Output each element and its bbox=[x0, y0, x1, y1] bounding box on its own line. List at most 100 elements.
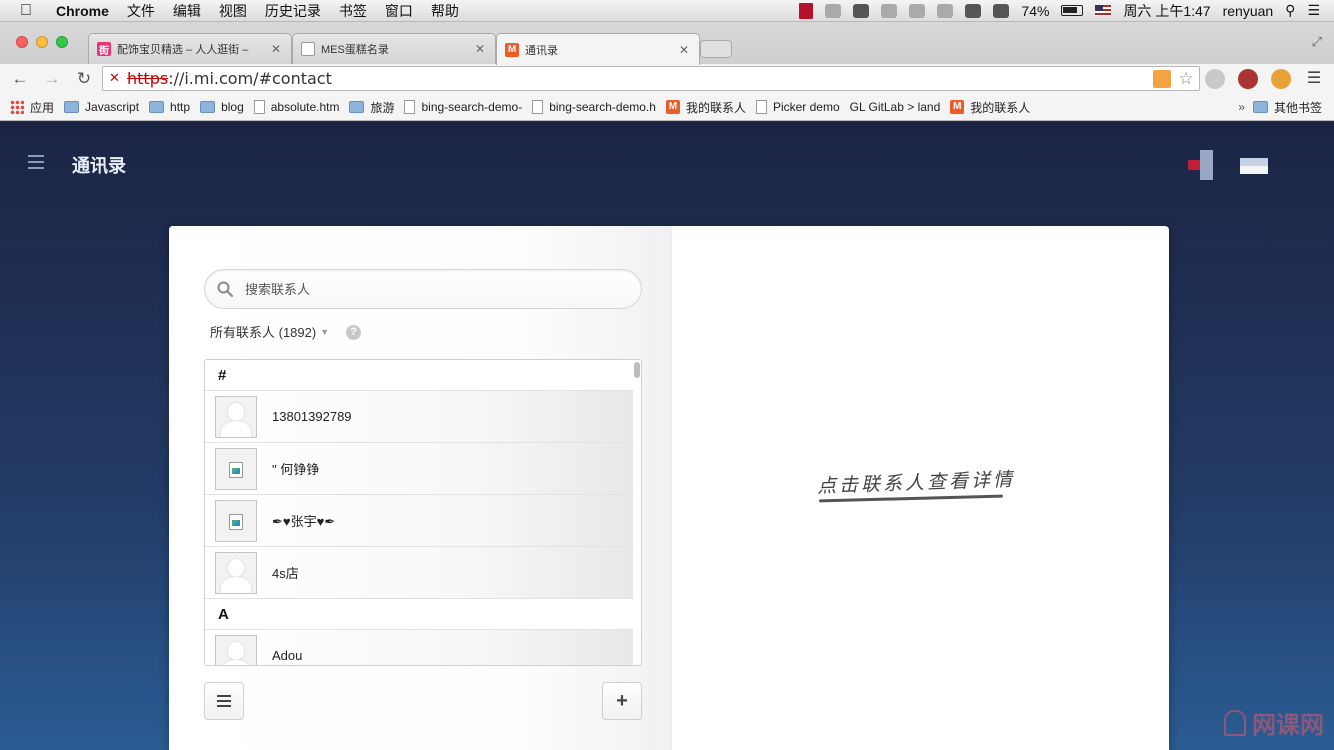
extension-cookie-icon[interactable] bbox=[1271, 69, 1291, 89]
bookmark-apps[interactable]: 应用 bbox=[10, 99, 54, 116]
watermark: 网课网 bbox=[1224, 705, 1324, 740]
header-menu-icon[interactable] bbox=[1240, 158, 1268, 174]
spotlight-search-icon[interactable]: ⚲ bbox=[1285, 2, 1295, 19]
search-input[interactable] bbox=[245, 279, 625, 299]
new-tab-button[interactable] bbox=[700, 40, 732, 58]
apple-menu-icon[interactable]:  bbox=[20, 2, 42, 20]
bookmarks-overflow-chevron-icon[interactable]: » bbox=[1238, 100, 1245, 114]
close-tab-icon[interactable]: ✕ bbox=[475, 42, 485, 56]
bookmark-label: 旅游 bbox=[370, 100, 395, 115]
menu-help[interactable]: 帮助 bbox=[431, 1, 459, 21]
bookmark-my-contacts-1[interactable]: M 我的联系人 bbox=[665, 99, 746, 116]
page-icon bbox=[532, 100, 544, 114]
tab-store[interactable]: 街 配饰宝贝精选 – 人人逛街 – ✕ bbox=[88, 33, 292, 64]
empty-detail-hint: 点击联系人查看详情 bbox=[816, 468, 1016, 498]
bookmark-bing-demo-2[interactable]: bing-search-demo.h bbox=[532, 100, 656, 114]
menu-view[interactable]: 视图 bbox=[219, 1, 247, 21]
bookmark-absolute[interactable]: absolute.htm bbox=[253, 100, 339, 114]
bookmark-gitlab[interactable]: GL GitLab > land bbox=[850, 100, 941, 114]
close-window-button[interactable] bbox=[16, 36, 28, 48]
contacts-list-pane: 所有联系人 (1892) ▼ ? # 13801392789 " 何铮铮 bbox=[169, 226, 672, 750]
bookmark-my-contacts-2[interactable]: M 我的联系人 bbox=[950, 99, 1030, 116]
back-arrow-icon[interactable]: ← bbox=[8, 69, 32, 89]
chrome-menu-icon[interactable]: ☰ bbox=[1304, 69, 1324, 89]
close-tab-icon[interactable]: ✕ bbox=[679, 43, 689, 57]
menubar-user[interactable]: renyuan bbox=[1223, 3, 1274, 19]
menu-window[interactable]: 窗口 bbox=[385, 1, 413, 21]
bookmark-label: 我的联系人 bbox=[970, 100, 1031, 115]
list-scrollbar[interactable] bbox=[634, 362, 640, 662]
address-bar[interactable]: ✕ https ://i.mi.com/#contact ☆ bbox=[102, 66, 1200, 91]
menu-bookmarks[interactable]: 书签 bbox=[339, 1, 367, 21]
page-action-icon[interactable] bbox=[1153, 70, 1171, 88]
zoom-window-button[interactable] bbox=[56, 36, 68, 48]
page-title: 通讯录 bbox=[72, 156, 126, 176]
bluetooth-icon[interactable] bbox=[937, 3, 954, 18]
contact-group-select[interactable]: 所有联系人 (1892) ▼ bbox=[210, 322, 329, 341]
contact-row[interactable]: Adou bbox=[205, 630, 633, 665]
add-contact-button[interactable]: + bbox=[602, 682, 642, 720]
page-icon bbox=[253, 100, 265, 114]
page-icon bbox=[755, 100, 767, 114]
contact-row[interactable]: 13801392789 bbox=[205, 391, 633, 443]
bookmark-folder-http[interactable]: http bbox=[149, 100, 190, 114]
scrollbar-thumb[interactable] bbox=[634, 362, 640, 378]
fullscreen-icon[interactable]: ⤢ bbox=[1312, 34, 1322, 50]
omnibox-actions: ☆ bbox=[1153, 70, 1195, 88]
forward-arrow-icon[interactable]: → bbox=[40, 69, 64, 89]
extension-icons: ☰ bbox=[1205, 69, 1324, 89]
browser-toolbar: ← → ↻ ✕ https ://i.mi.com/#contact ☆ ☰ bbox=[0, 64, 1334, 94]
bookmark-label: Javascript bbox=[85, 100, 140, 114]
hamburger-menu-icon[interactable] bbox=[28, 155, 44, 169]
menu-edit[interactable]: 编辑 bbox=[173, 1, 201, 21]
contacts-card: 所有联系人 (1892) ▼ ? # 13801392789 " 何铮铮 bbox=[169, 226, 1169, 750]
menu-history[interactable]: 历史记录 bbox=[265, 1, 321, 21]
contact-row[interactable]: ✒♥张宇♥✒ bbox=[205, 495, 633, 547]
creative-cloud-icon[interactable] bbox=[853, 3, 870, 18]
bell-icon[interactable] bbox=[825, 3, 842, 18]
bookmark-label: bing-search-demo.h bbox=[549, 100, 656, 114]
contact-row[interactable]: 4s店 bbox=[205, 547, 633, 599]
help-icon[interactable]: ? bbox=[346, 325, 361, 340]
reload-icon[interactable]: ↻ bbox=[72, 69, 96, 89]
search-box[interactable] bbox=[204, 269, 642, 309]
contact-row[interactable]: " 何铮铮 bbox=[205, 443, 633, 495]
minimize-window-button[interactable] bbox=[36, 36, 48, 48]
bookmark-folder-blog[interactable]: blog bbox=[200, 100, 244, 114]
battery-icon[interactable] bbox=[1061, 5, 1084, 16]
time-machine-icon[interactable] bbox=[909, 3, 926, 18]
bookmark-picker-demo[interactable]: Picker demo bbox=[755, 100, 840, 114]
volume-icon[interactable] bbox=[993, 3, 1010, 18]
avatar bbox=[215, 634, 257, 665]
bookmark-label: 我的联系人 bbox=[685, 100, 746, 115]
bookmark-folder-travel[interactable]: 旅游 bbox=[349, 99, 394, 116]
wifi-icon[interactable] bbox=[965, 3, 982, 18]
bookmark-folder-javascript[interactable]: Javascript bbox=[64, 100, 139, 114]
menu-file[interactable]: 文件 bbox=[127, 1, 155, 21]
menubar-clock[interactable]: 周六 上午1:47 bbox=[1123, 1, 1210, 21]
menu-app-name[interactable]: Chrome bbox=[56, 3, 109, 19]
recording-icon[interactable] bbox=[799, 2, 814, 19]
search-icon bbox=[217, 281, 233, 297]
bookmark-bing-demo-1[interactable]: bing-search-demo- bbox=[404, 100, 522, 114]
mac-menubar:  Chrome 文件 编辑 视图 历史记录 书签 窗口 帮助 74% 周六 上… bbox=[0, 0, 1334, 22]
section-header: A bbox=[205, 599, 633, 630]
notification-center-icon[interactable]: ☰ bbox=[1307, 2, 1320, 19]
input-source-flag-icon[interactable] bbox=[1095, 5, 1112, 16]
account-avatar-icon[interactable] bbox=[1188, 150, 1214, 180]
bookmarks-bar: 应用 Javascript http blog absolute.htm 旅游 … bbox=[0, 94, 1334, 121]
insecure-lock-icon[interactable]: ✕ bbox=[109, 71, 123, 86]
contact-list[interactable]: # 13801392789 " 何铮铮 ✒♥张宇♥✒ 4s店 A Adou bbox=[204, 359, 642, 666]
extension-red-icon[interactable] bbox=[1238, 69, 1258, 89]
bookmark-star-icon[interactable]: ☆ bbox=[1177, 70, 1195, 88]
bookmark-label: 应用 bbox=[30, 100, 55, 115]
bookmark-other[interactable]: 其他书签 bbox=[1252, 99, 1322, 116]
cloud-icon[interactable] bbox=[881, 3, 898, 18]
list-options-button[interactable] bbox=[204, 682, 244, 720]
extension-globe-icon[interactable] bbox=[1205, 69, 1225, 89]
bookmark-label: 其他书签 bbox=[1273, 100, 1322, 115]
close-tab-icon[interactable]: ✕ bbox=[271, 42, 281, 56]
bookmark-label: http bbox=[170, 100, 191, 114]
tab-contacts[interactable]: M 通讯录 ✕ bbox=[496, 33, 700, 65]
tab-mes[interactable]: MES蛋糕名录 ✕ bbox=[292, 33, 496, 64]
